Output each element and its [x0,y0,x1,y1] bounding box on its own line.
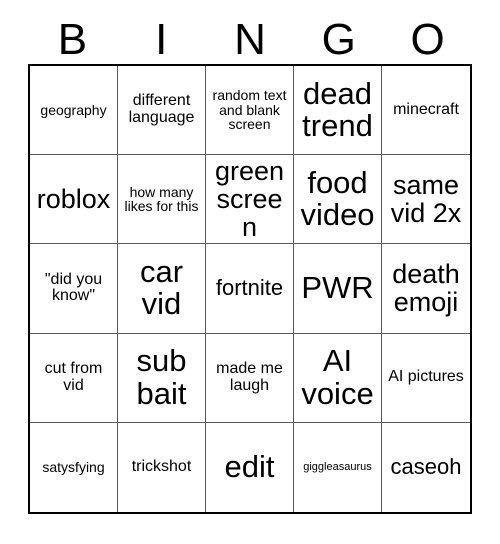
bingo-cell-label: "did you know" [44,270,103,305]
bingo-cell-g1[interactable]: dead trend [294,65,382,156]
bingo-cell-o2[interactable]: same vid 2x [382,155,470,245]
bingo-cell-i5[interactable]: trickshot [118,422,206,512]
bingo-cell-b1[interactable]: geography [30,65,118,156]
bingo-cell-label: caseoh [390,453,462,479]
bingo-grid: geography different language random text… [28,63,472,514]
bingo-cell-n3[interactable]: fortnite [206,244,294,334]
bingo-cell-n4[interactable]: made me laugh [206,333,294,423]
bingo-cell-label: minecraft [393,100,459,118]
bingo-cell-label: different language [128,92,195,126]
bingo-cell-label: roblox [36,184,111,215]
bingo-card: B I N G O geography different language r… [28,16,472,514]
bingo-cell-label: AI pictures [388,368,464,386]
bingo-cell-i4[interactable]: sub bait [118,333,206,423]
bingo-cell-label: geography [40,101,107,118]
bingo-cell-label: trickshot [131,458,192,476]
bingo-cell-n1[interactable]: random text and blank screen [206,65,294,156]
bingo-cell-n5[interactable]: edit [206,422,294,512]
bingo-cell-g3[interactable]: PWR [294,244,382,334]
bingo-cell-label: same vid 2x [390,170,462,229]
bingo-cell-o5[interactable]: caseoh [382,422,470,512]
bingo-cell-label: made me laugh [216,360,283,394]
bingo-cell-o4[interactable]: AI pictures [382,333,470,423]
bingo-cell-i2[interactable]: how many likes for this [118,155,206,245]
bingo-cell-label: death emoji [392,259,460,318]
bingo-cell-o3[interactable]: death emoji [382,244,470,334]
bingo-cell-label: how many likes for this [124,183,199,215]
bingo-cell-label: PWR [301,270,374,306]
bingo-cell-label: random text and blank screen [212,87,287,133]
bingo-cell-i1[interactable]: different language [118,65,206,156]
bingo-cell-b3[interactable]: "did you know" [30,244,118,334]
bingo-header-row: B I N G O [28,16,472,64]
bingo-header-letter-i: I [155,14,168,64]
bingo-cell-label: green screen [214,156,285,243]
bingo-cell-label: cut from vid [44,360,103,394]
bingo-cell-label: car vid [139,254,184,322]
bingo-cell-label: satysfying [42,459,105,476]
bingo-cell-label: food video [300,164,375,233]
bingo-cell-i3[interactable]: car vid [118,244,206,334]
bingo-cell-label: edit [224,449,275,485]
bingo-cell-g2[interactable]: food video [294,155,382,245]
bingo-header-letter-b: B [57,14,88,64]
bingo-header-letter-o: O [410,14,445,64]
bingo-cell-label: giggleasaurus [303,460,372,473]
bingo-cell-g5[interactable]: giggleasaurus [294,422,382,512]
bingo-cell-b4[interactable]: cut from vid [30,333,118,423]
bingo-header-letter-g: G [321,14,356,64]
bingo-cell-b5[interactable]: satysfying [30,422,118,512]
bingo-cell-g4[interactable]: AI voice [294,333,382,423]
bingo-cell-label: dead trend [302,75,373,143]
bingo-cell-o1[interactable]: minecraft [382,65,470,156]
bingo-cell-label: AI voice [301,343,374,411]
bingo-cell-n2[interactable]: green screen [206,155,294,245]
bingo-cell-label: sub bait [136,343,187,411]
bingo-header-letter-n: N [234,14,266,64]
bingo-cell-b2[interactable]: roblox [30,155,118,245]
bingo-cell-label: fortnite [215,274,284,300]
